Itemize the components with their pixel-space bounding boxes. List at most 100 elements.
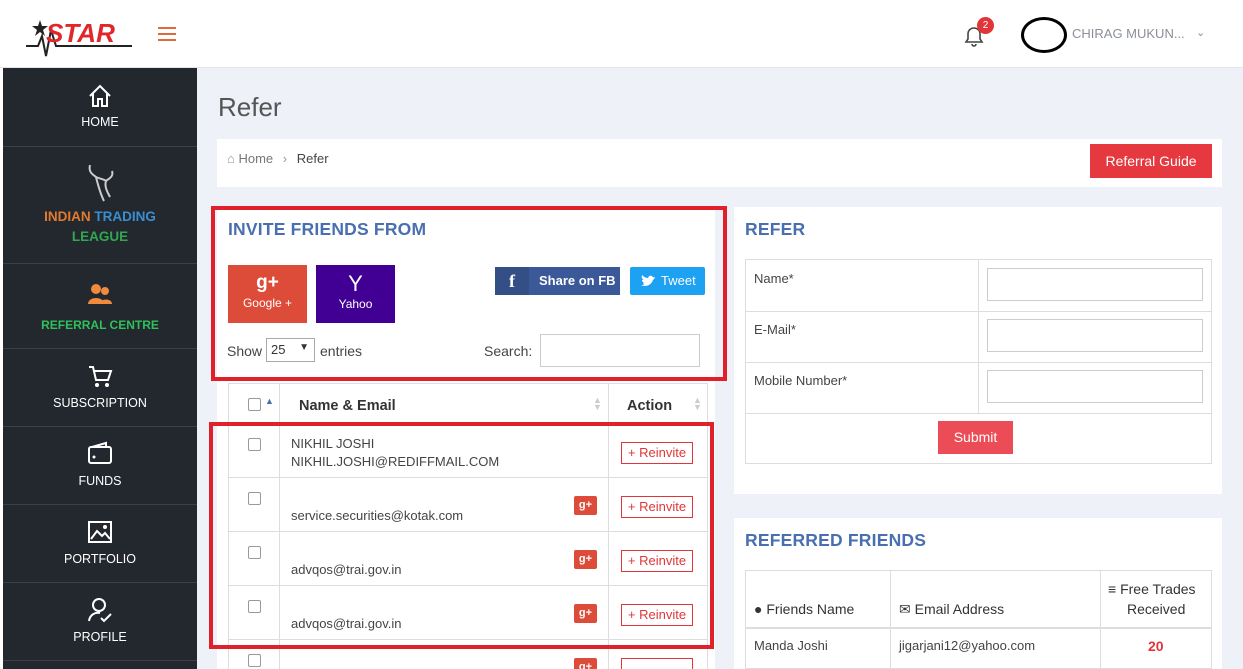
envelope-icon: ✉ <box>899 601 911 617</box>
name-field[interactable] <box>987 268 1203 301</box>
facebook-icon: f <box>495 267 529 295</box>
sidebar-item-itl[interactable]: INDIAN TRADING LEAGUE <box>3 147 197 264</box>
page-title: Refer <box>218 92 282 122</box>
row-checkbox[interactable] <box>248 600 261 613</box>
row-checkbox[interactable] <box>248 438 261 451</box>
plus-icon: + <box>627 607 636 622</box>
plus-icon: + <box>627 499 636 514</box>
tweet-button[interactable]: Tweet <box>630 267 705 295</box>
yahoo-label: Yahoo <box>338 297 373 311</box>
col-friends-name: ● Friends Name <box>754 601 854 617</box>
chevron-down-icon[interactable]: ⌄ <box>1196 26 1205 39</box>
sidebar-item-label: REFERRAL CENTRE <box>41 318 159 332</box>
sidebar-item-funds[interactable]: FUNDS <box>3 427 197 505</box>
row-checkbox[interactable] <box>248 492 261 505</box>
entries-select-value: 25 <box>271 342 286 357</box>
breadcrumb-home[interactable]: Home <box>238 151 273 166</box>
google-plus-icon: g+ <box>574 658 597 669</box>
reinvite-button[interactable]: + Reinvite <box>621 550 693 572</box>
sort-icon[interactable]: ▲ ▼ <box>693 396 702 412</box>
yahoo-icon: Y <box>348 271 363 296</box>
user-check-icon <box>88 598 112 623</box>
sort-icon[interactable]: ▲ ▼ <box>593 396 602 412</box>
menu-toggle-icon[interactable] <box>158 27 176 41</box>
select-all-checkbox[interactable] <box>248 398 261 411</box>
notification-badge: 2 <box>977 17 994 34</box>
reinvite-button[interactable]: + Reinvite <box>621 604 693 626</box>
table-row: NIKHIL JOSHI NIKHIL.JOSHI@REDIFFMAIL.COM… <box>228 424 708 478</box>
submit-button[interactable]: Submit <box>938 421 1013 454</box>
search-label: Search: <box>484 343 533 359</box>
tweet-label: Tweet <box>661 273 696 288</box>
sidebar-item-profile[interactable]: PROFILE <box>3 583 197 661</box>
reinvite-label: Reinvite <box>639 445 687 460</box>
sidebar-item-label: SUBSCRIPTION <box>53 396 147 410</box>
plus-icon: + <box>627 553 636 568</box>
google-plus-label: Google + <box>242 296 293 310</box>
sort-asc-icon[interactable]: ▲ <box>265 396 274 406</box>
google-plus-icon: g+ <box>256 272 279 293</box>
refer-heading: REFER <box>745 219 806 239</box>
breadcrumb-bar: ⌂ Home › Refer Referral Guide <box>217 139 1222 187</box>
col-trades-label-a: Free Trades <box>1120 581 1196 597</box>
row-email: advqos@trai.gov.in <box>291 562 402 577</box>
google-plus-icon: g+ <box>574 496 597 515</box>
users-icon <box>88 284 112 304</box>
row-email: advqos@trai.gov.in <box>291 616 402 631</box>
sidebar-item-portfolio[interactable]: PORTFOLIO <box>3 505 197 583</box>
google-plus-icon: g+ <box>574 550 597 569</box>
referral-guide-button[interactable]: Referral Guide <box>1090 144 1212 178</box>
user-name[interactable]: CHIRAG MUKUN... <box>1072 26 1185 41</box>
select-arrow-icon: ▼ <box>299 342 309 353</box>
mobile-label: Mobile Number* <box>754 373 848 388</box>
table-row: g+ <box>228 640 708 669</box>
show-label: Show <box>227 343 263 359</box>
row-checkbox[interactable] <box>248 546 261 559</box>
avatar[interactable] <box>1021 17 1067 53</box>
home-icon <box>89 84 111 107</box>
friend-email: jigarjani12@yahoo.com <box>899 638 1036 653</box>
image-icon <box>88 521 112 543</box>
top-bar: STAR 2 CHIRAG MUKUN... ⌄ <box>0 0 1243 68</box>
reinvite-button[interactable]: + Reinvite <box>621 496 693 518</box>
table-row: advqos@trai.gov.in g+ + Reinvite <box>228 532 708 586</box>
google-plus-button[interactable]: g+ Google + <box>228 265 307 323</box>
col-friends-name-label: Friends Name <box>766 601 855 617</box>
search-input[interactable] <box>540 334 700 367</box>
star-logo[interactable]: STAR <box>24 16 136 60</box>
sidebar-item-subscription[interactable]: SUBSCRIPTION <box>3 349 197 427</box>
reinvite-label: Reinvite <box>639 553 687 568</box>
row-checkbox[interactable] <box>248 654 261 667</box>
google-plus-icon: g+ <box>574 604 597 623</box>
sidebar-item-referral-centre[interactable]: REFERRAL CENTRE <box>3 264 197 349</box>
database-icon: ≡ <box>1108 581 1117 597</box>
table-row: advqos@trai.gov.in g+ + Reinvite <box>228 586 708 640</box>
mobile-field[interactable] <box>987 370 1203 403</box>
name-label: Name* <box>754 271 794 286</box>
itl-trading: TRADING <box>94 209 156 224</box>
sidebar-item-label: FUNDS <box>78 474 122 488</box>
referred-heading: REFERRED FRIENDS <box>745 530 927 550</box>
invite-table-header: ▲ Name & Email ▲ ▼ Action ▲ ▼ <box>228 383 708 423</box>
sidebar-item-home[interactable]: HOME <box>3 68 197 147</box>
cart-icon <box>89 366 113 387</box>
plus-icon: + <box>627 445 636 460</box>
share-fb-label: Share on FB <box>539 273 616 288</box>
twitter-icon <box>641 275 655 286</box>
share-fb-button[interactable]: f Share on FB <box>495 267 620 295</box>
col-free-trades-b: Received <box>1127 601 1186 617</box>
home-icon: ⌂ <box>227 151 235 166</box>
yahoo-button[interactable]: Y Yahoo <box>316 265 395 323</box>
col-email-label: Email Address <box>914 601 1005 617</box>
email-label: E-Mail* <box>754 322 796 337</box>
friend-name: Manda Joshi <box>754 638 828 653</box>
col-name-email[interactable]: Name & Email <box>299 398 396 414</box>
itl-indian: INDIAN <box>44 209 91 224</box>
reinvite-button[interactable] <box>621 658 693 669</box>
row-email: NIKHIL.JOSHI@REDIFFMAIL.COM <box>291 454 500 469</box>
email-field[interactable] <box>987 319 1203 352</box>
reinvite-button[interactable]: + Reinvite <box>621 442 693 464</box>
entries-label: entries <box>320 343 363 359</box>
entries-select[interactable]: 25 ▼ <box>266 338 315 362</box>
row-name: NIKHIL JOSHI <box>291 436 375 451</box>
